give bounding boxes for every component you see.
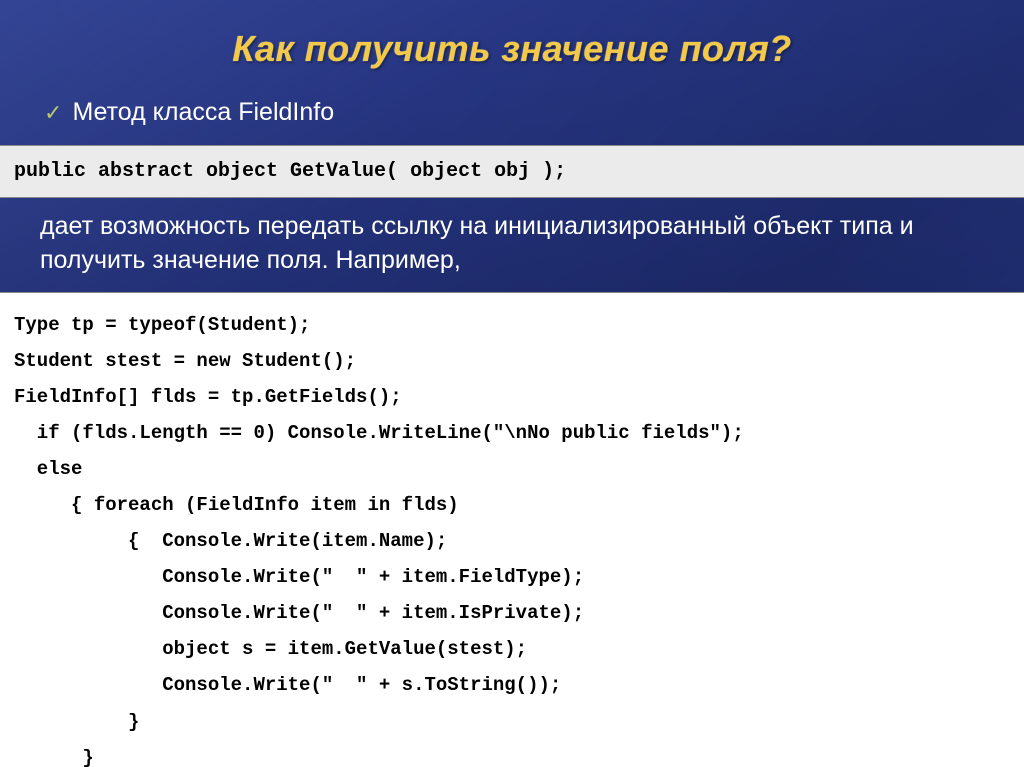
- bullet-text: Метод класса FieldInfo: [72, 98, 334, 127]
- code-example: Type tp = typeof(Student); Student stest…: [0, 292, 1024, 767]
- bullet-row: ✓ Метод класса FieldInfo: [0, 98, 1024, 127]
- slide: Как получить значение поля? ✓ Метод клас…: [0, 0, 1024, 767]
- method-signature: public abstract object GetValue( object …: [0, 145, 1024, 198]
- slide-title: Как получить значение поля?: [0, 28, 1024, 70]
- check-icon: ✓: [44, 102, 62, 124]
- description-text: дает возможность передать ссылку на иниц…: [0, 198, 1024, 292]
